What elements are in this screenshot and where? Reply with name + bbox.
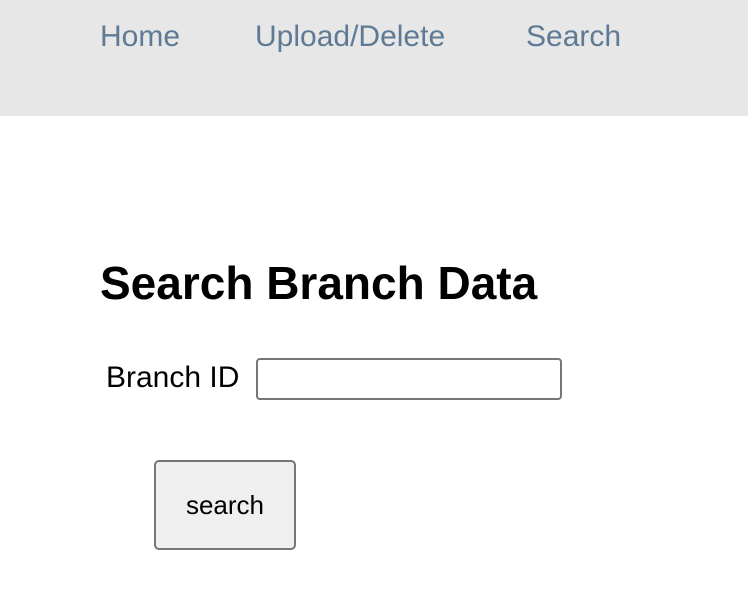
top-navbar: Home Upload/Delete Search	[0, 0, 748, 116]
nav-link-home[interactable]: Home	[100, 18, 180, 56]
nav-link-upload-delete[interactable]: Upload/Delete	[255, 18, 445, 56]
nav-link-search[interactable]: Search	[526, 18, 621, 56]
branch-id-label: Branch ID	[106, 361, 240, 394]
search-button[interactable]: search	[154, 460, 296, 550]
page-title: Search Branch Data	[100, 257, 538, 309]
branch-id-input[interactable]	[256, 358, 562, 400]
